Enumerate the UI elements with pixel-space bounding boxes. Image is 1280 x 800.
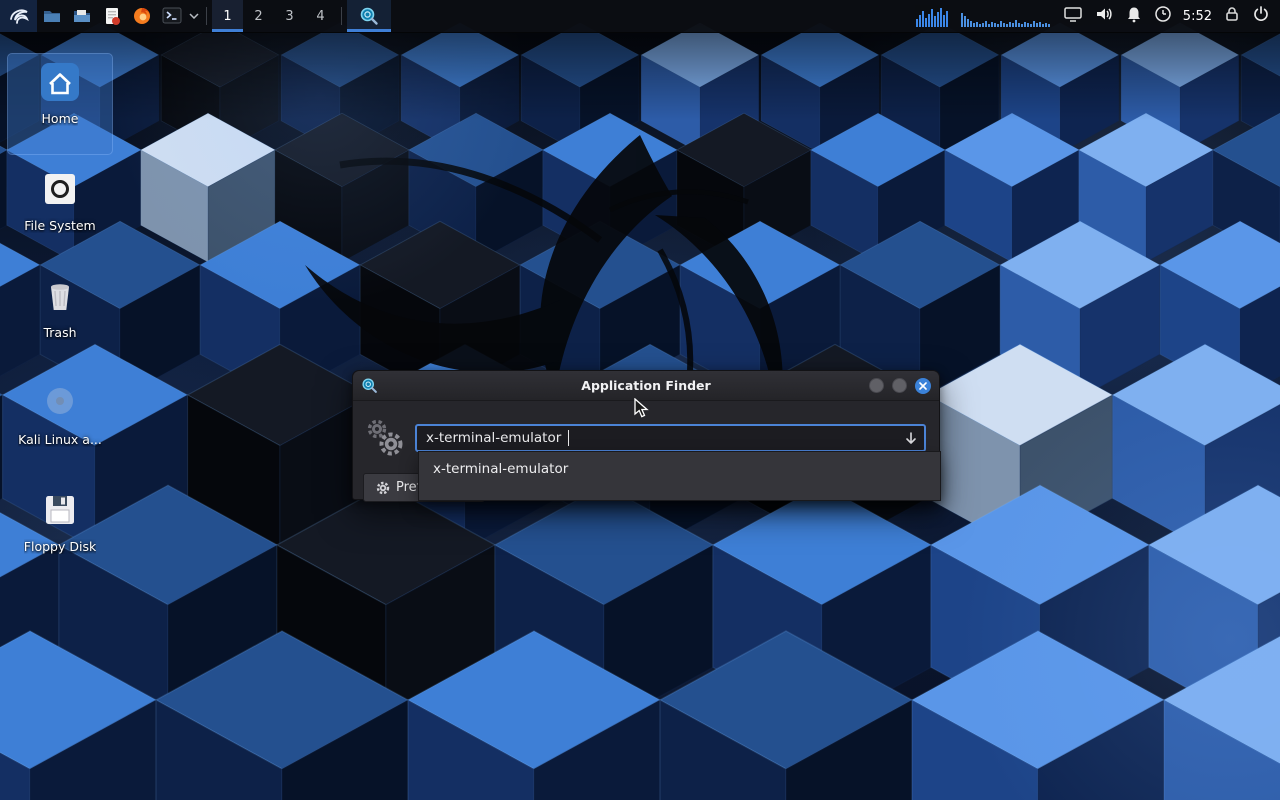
kali-logo-icon bbox=[8, 5, 30, 27]
gear-icon bbox=[370, 422, 385, 437]
bell-icon bbox=[1125, 5, 1143, 24]
files-launcher[interactable] bbox=[67, 0, 97, 32]
desktop-icon-trash[interactable]: Trash bbox=[8, 268, 112, 368]
terminal-icon bbox=[162, 7, 182, 25]
desktop-icon-label: File System bbox=[24, 218, 96, 233]
top-panel: 1 2 3 4 bbox=[0, 0, 1280, 33]
folder-documents-icon bbox=[72, 6, 92, 26]
app-finder-task-icon bbox=[359, 6, 379, 26]
close-button[interactable] bbox=[915, 378, 931, 394]
desktop-icon-label: Trash bbox=[43, 325, 76, 340]
session-tray[interactable] bbox=[1252, 5, 1270, 27]
workspace-4-label: 4 bbox=[316, 9, 324, 24]
display-icon bbox=[1063, 5, 1083, 23]
desktop-icon-kali-linux[interactable]: Kali Linux a... bbox=[8, 375, 112, 475]
network-graph-widget[interactable] bbox=[960, 5, 1052, 27]
titlebar[interactable]: Application Finder bbox=[353, 371, 939, 401]
maximize-button[interactable] bbox=[892, 378, 907, 393]
notifications-tray[interactable] bbox=[1125, 5, 1143, 28]
gear-icon bbox=[382, 435, 401, 454]
workspace-2-label: 2 bbox=[254, 9, 262, 24]
desktop-icon-home[interactable]: Home bbox=[8, 54, 112, 154]
workspace-3[interactable]: 3 bbox=[274, 0, 305, 32]
search-result-item[interactable]: x-terminal-emulator bbox=[419, 452, 940, 486]
text-editor-launcher[interactable] bbox=[97, 0, 127, 32]
text-cursor bbox=[568, 430, 569, 446]
panel-separator bbox=[206, 7, 207, 25]
desktop-icon-file-system[interactable]: File System bbox=[8, 161, 112, 261]
floppy-disk-icon bbox=[38, 488, 82, 532]
desktop-icon-label: Kali Linux a... bbox=[18, 432, 102, 447]
kali-disc-icon bbox=[38, 381, 82, 425]
workspace-1[interactable]: 1 bbox=[212, 0, 243, 32]
lock-icon bbox=[1223, 5, 1241, 23]
folder-icon bbox=[42, 6, 62, 26]
firefox-icon bbox=[132, 6, 152, 26]
volume-tray[interactable] bbox=[1094, 4, 1114, 28]
workspace-2[interactable]: 2 bbox=[243, 0, 274, 32]
firefox-launcher[interactable] bbox=[127, 0, 157, 32]
cpu-graph-widget[interactable] bbox=[915, 5, 949, 27]
kali-menu-button[interactable] bbox=[0, 0, 37, 32]
terminal-dropdown-button[interactable] bbox=[187, 0, 201, 32]
clock[interactable]: 5:52 bbox=[1183, 9, 1212, 24]
desktop-icon-floppy-disk[interactable]: Floppy Disk bbox=[8, 482, 112, 582]
workspace-1-label: 1 bbox=[223, 9, 231, 24]
minimize-button[interactable] bbox=[869, 378, 884, 393]
gear-icon bbox=[376, 481, 390, 495]
file-manager-launcher[interactable] bbox=[37, 0, 67, 32]
volume-icon bbox=[1094, 4, 1114, 24]
application-finder-window: Application Finder bbox=[352, 370, 940, 500]
document-icon bbox=[102, 6, 122, 26]
dropdown-arrow-icon[interactable] bbox=[904, 431, 918, 446]
panel-separator bbox=[341, 7, 342, 25]
file-system-icon bbox=[38, 167, 82, 211]
workspace-4[interactable]: 4 bbox=[305, 0, 336, 32]
taskbar-app-finder[interactable] bbox=[347, 0, 391, 32]
lock-tray[interactable] bbox=[1223, 5, 1241, 27]
window-title: Application Finder bbox=[353, 378, 939, 393]
search-results-popup: x-terminal-emulator bbox=[418, 451, 941, 501]
desktop-icon-label: Home bbox=[42, 111, 79, 126]
terminal-launcher[interactable] bbox=[157, 0, 187, 32]
power-icon bbox=[1252, 5, 1270, 23]
search-input-value: x-terminal-emulator bbox=[426, 430, 561, 446]
status-tray[interactable] bbox=[1154, 5, 1172, 27]
close-icon bbox=[919, 382, 927, 390]
status-circle-icon bbox=[1154, 5, 1172, 23]
trash-icon bbox=[38, 274, 82, 318]
workspace-3-label: 3 bbox=[285, 9, 293, 24]
display-settings-tray[interactable] bbox=[1063, 5, 1083, 27]
home-icon bbox=[38, 60, 82, 104]
chevron-down-icon bbox=[189, 13, 199, 19]
desktop-icon-column: Home File System Trash Kali Linux a... F… bbox=[8, 54, 112, 582]
desktop-icon-label: Floppy Disk bbox=[24, 539, 96, 554]
search-input[interactable]: x-terminal-emulator bbox=[415, 424, 926, 452]
gears-artwork bbox=[359, 417, 411, 459]
app-finder-window-icon bbox=[361, 377, 378, 394]
